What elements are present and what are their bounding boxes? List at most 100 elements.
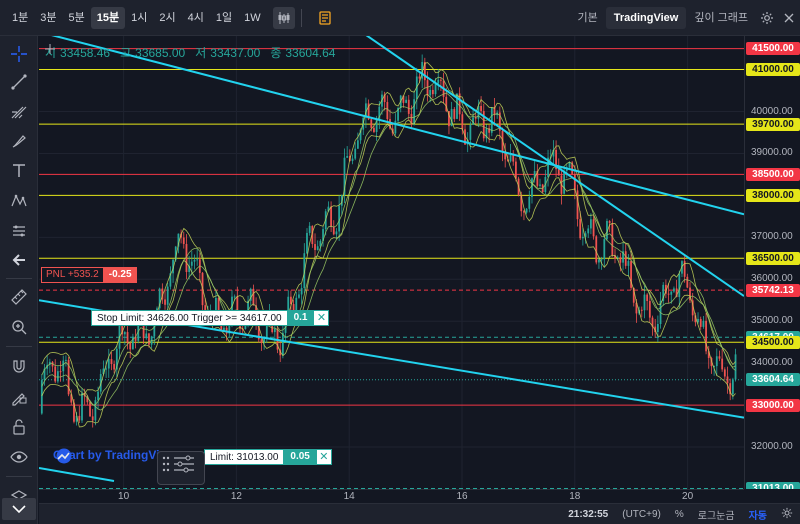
tradingview-logo-icon: [56, 448, 72, 464]
candle-body: [673, 288, 675, 292]
candle-body: [316, 246, 319, 250]
close-icon[interactable]: [778, 7, 800, 29]
drawing-properties-widget[interactable]: [157, 451, 205, 485]
pattern-icon[interactable]: [5, 188, 33, 214]
expand-legend-icon[interactable]: [45, 44, 55, 54]
eye-icon[interactable]: [5, 444, 33, 470]
price-level-label[interactable]: 33604.64: [746, 373, 800, 387]
time-axis[interactable]: 10 12 14 16 18 20: [39, 489, 744, 503]
price-level-label[interactable]: 41000.00: [746, 63, 800, 77]
price-axis[interactable]: 40000.00 39000.00 37000.00 36000.00 35000.00…: [744, 36, 800, 489]
stop-limit-qty[interactable]: 0.1: [287, 310, 314, 326]
price-level-label[interactable]: 38500.00: [746, 167, 800, 181]
tab-tradingview[interactable]: TradingView: [605, 7, 687, 29]
tab-basic[interactable]: 기본: [570, 7, 606, 29]
collapse-icon[interactable]: [2, 498, 36, 520]
candle-body: [587, 228, 590, 234]
candle-body: [260, 339, 263, 343]
timeframe-1d[interactable]: 1일: [210, 7, 238, 29]
settings-icon[interactable]: [756, 7, 778, 29]
timeframe-1m[interactable]: 1분: [6, 7, 34, 29]
ruler-icon[interactable]: [5, 284, 33, 310]
stop-limit-label[interactable]: Stop Limit: 34626.00 Trigger >= 34617.00: [91, 310, 288, 326]
candle-body: [54, 366, 57, 382]
candle-body: [557, 169, 560, 176]
auto-scale-button[interactable]: 자동: [742, 507, 774, 522]
timeframe-3m[interactable]: 3분: [34, 7, 62, 29]
candle-body: [608, 220, 611, 224]
percent-scale-button[interactable]: %: [668, 509, 691, 520]
magnet-icon[interactable]: [5, 354, 33, 380]
cancel-stop-order-button[interactable]: ✕: [313, 310, 330, 326]
price-level-label[interactable]: 35742.13: [746, 283, 800, 297]
toolbar-divider: [300, 8, 302, 27]
candle-body: [110, 359, 113, 365]
trendline: [39, 467, 115, 482]
candle-body: [579, 219, 582, 239]
time-tick: 20: [682, 491, 694, 502]
candle-body: [434, 83, 437, 95]
log-scale-button[interactable]: 로그눈금: [691, 507, 742, 522]
price-level-label[interactable]: 41500.00: [746, 42, 800, 56]
back-arrow-icon[interactable]: [5, 247, 33, 273]
candle-body: [437, 79, 440, 84]
price-tick: 34000.00: [751, 357, 793, 369]
position-qty: -0.25: [103, 267, 137, 283]
price-level-label[interactable]: 39700.00: [746, 117, 800, 131]
limit-label[interactable]: Limit: 31013.00: [204, 449, 285, 465]
price-level-label[interactable]: 33000.00: [746, 398, 800, 412]
stop-limit-order[interactable]: Stop Limit: 34626.00 Trigger >= 34617.00…: [91, 310, 330, 326]
clock[interactable]: 21:32:55: [561, 509, 615, 520]
timeframe-15m[interactable]: 15분: [90, 6, 126, 29]
candle-body: [370, 119, 373, 128]
limit-qty[interactable]: 0.05: [284, 449, 316, 465]
fib-icon[interactable]: [5, 99, 33, 125]
settings-icon[interactable]: [774, 507, 800, 522]
crosshair-icon[interactable]: [5, 41, 33, 67]
toolbar-divider: [6, 346, 32, 347]
candle-body: [332, 226, 335, 235]
candle-body: [126, 332, 129, 344]
brush-icon[interactable]: [5, 128, 33, 154]
candle-body: [539, 184, 541, 186]
timezone[interactable]: (UTC+9): [615, 509, 668, 520]
candle-body: [65, 359, 67, 361]
cancel-limit-order-button[interactable]: ✕: [315, 449, 332, 465]
text-icon[interactable]: [5, 158, 33, 184]
chart-style-button[interactable]: [272, 6, 295, 29]
candle-body: [418, 76, 421, 79]
indicators-button[interactable]: [314, 7, 336, 29]
candle-body: [528, 196, 531, 209]
candle-body: [440, 79, 442, 81]
lock-icon[interactable]: [5, 414, 33, 440]
candle-body: [59, 371, 62, 373]
candle-body: [595, 236, 598, 263]
candle-body: [107, 359, 110, 369]
price-level-label[interactable]: 31013.00: [746, 481, 800, 489]
trendline-icon[interactable]: [5, 69, 33, 95]
moving-average-line: [41, 76, 736, 406]
position-line-label[interactable]: PNL +535.2 -0.25: [41, 267, 137, 283]
candle-body: [91, 416, 94, 421]
time-tick: 16: [456, 491, 468, 502]
candle-body: [346, 156, 349, 158]
candle-body: [105, 368, 108, 370]
timeframe-1h[interactable]: 1시: [125, 7, 153, 29]
timeframe-1w[interactable]: 1W: [238, 7, 267, 29]
candle-body: [731, 379, 734, 395]
price-level-label[interactable]: 36500.00: [746, 251, 800, 265]
prediction-icon[interactable]: [5, 218, 33, 244]
tab-depth-chart[interactable]: 깊이 그래프: [686, 7, 756, 29]
limit-order[interactable]: Limit: 31013.00 0.05 ✕: [204, 449, 332, 465]
price-level-label[interactable]: 38000.00: [746, 188, 800, 202]
lock-drawing-icon[interactable]: [5, 384, 33, 410]
timeframe-4h[interactable]: 4시: [182, 7, 210, 29]
zoom-icon[interactable]: [5, 314, 33, 340]
timeframe-2h[interactable]: 2시: [153, 7, 181, 29]
price-level-label[interactable]: 34500.00: [746, 335, 800, 349]
price-chart[interactable]: 시 33458.46 고 33685.00 저 33437.00 종 33604.64 …: [39, 36, 744, 489]
timeframe-5m[interactable]: 5분: [63, 7, 91, 29]
candle-body: [281, 332, 284, 356]
bottom-bar: 21:32:55 (UTC+9) % 로그눈금 자동: [39, 503, 800, 524]
candle-body: [330, 206, 332, 227]
